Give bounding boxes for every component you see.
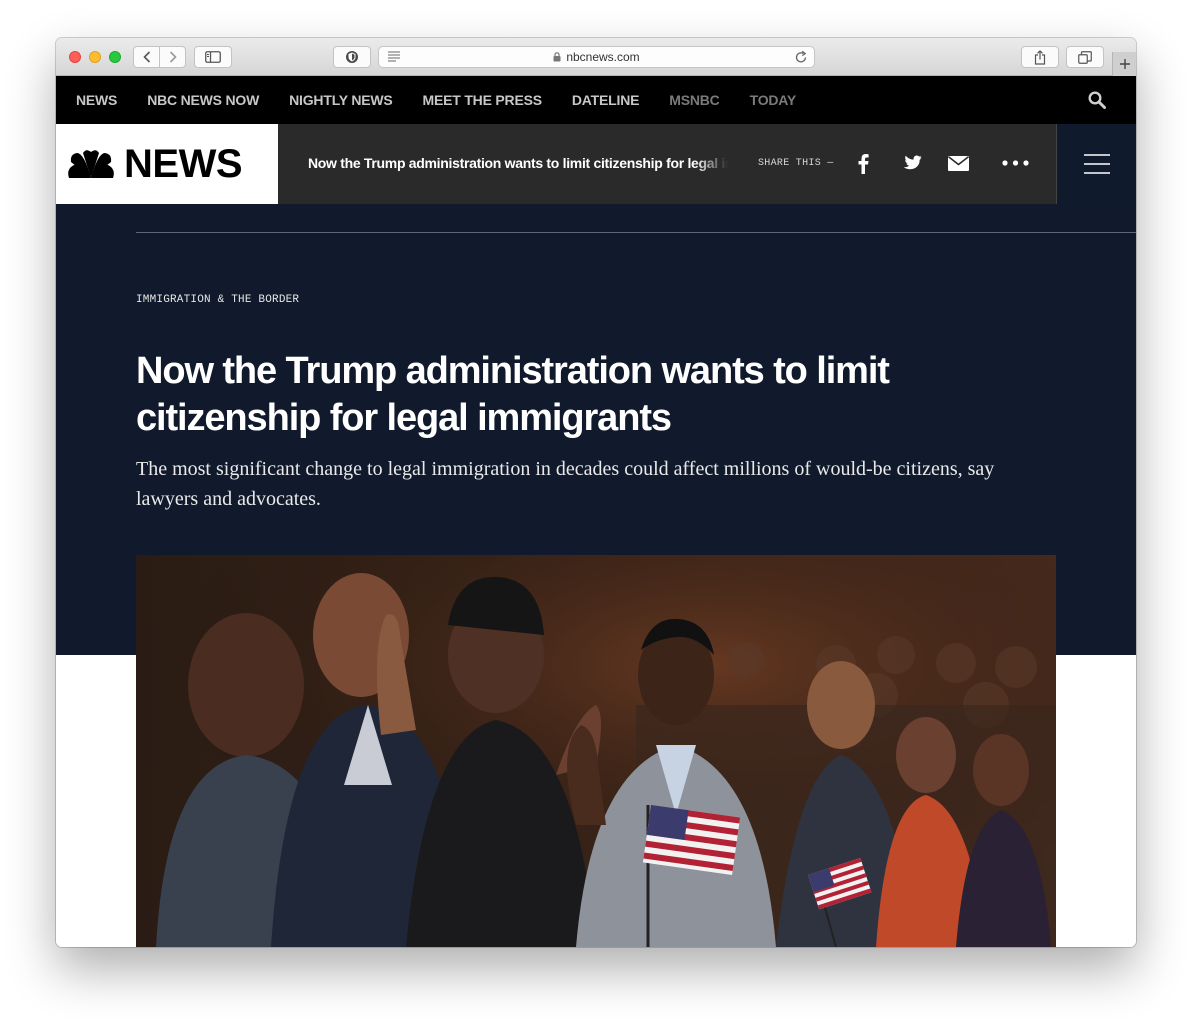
minimize-window-button[interactable] — [89, 51, 101, 63]
new-tab-icon — [1119, 59, 1130, 69]
divider — [136, 232, 1136, 233]
nav-msnbc[interactable]: MSNBC — [669, 92, 720, 108]
close-window-button[interactable] — [69, 51, 81, 63]
article-dek: The most significant change to legal imm… — [136, 458, 995, 510]
url-text: nbcnews.com — [566, 50, 640, 64]
menu-button[interactable] — [1056, 124, 1136, 204]
logo-wordmark: NEWS — [124, 141, 243, 186]
peacock-logo-icon — [68, 150, 114, 178]
tabs-icon — [1078, 50, 1092, 64]
privacy-report-button[interactable] — [333, 46, 371, 68]
reload-icon[interactable] — [794, 49, 808, 65]
page-viewport: NEWS NBC NEWS NOW NIGHTLY NEWS MEET THE … — [56, 76, 1136, 947]
nbc-news-logo[interactable]: NEWS — [56, 124, 278, 204]
nav-nbc-news-now[interactable]: NBC NEWS NOW — [147, 92, 259, 108]
tabs-overview-button[interactable] — [1066, 46, 1104, 68]
email-icon[interactable] — [948, 156, 969, 171]
lock-icon — [553, 52, 561, 62]
nav-news[interactable]: NEWS — [76, 92, 117, 108]
facebook-icon[interactable] — [857, 153, 869, 174]
forward-button[interactable] — [160, 47, 185, 67]
nav-meet-the-press[interactable]: MEET THE PRESS — [423, 92, 543, 108]
back-button[interactable] — [134, 47, 160, 67]
naturalization-ceremony-photo — [136, 555, 1056, 947]
forward-icon — [169, 51, 177, 63]
top-navigation: NEWS NBC NEWS NOW NIGHTLY NEWS MEET THE … — [56, 76, 1136, 124]
sticky-headline: Now the Trump administration wants to li… — [308, 155, 728, 171]
reader-icon[interactable] — [387, 50, 401, 62]
nav-nightly-news[interactable]: NIGHTLY NEWS — [289, 92, 393, 108]
address-bar[interactable]: nbcnews.com — [378, 46, 815, 68]
article-headline: Now the Trump administration wants to li… — [136, 350, 890, 439]
zoom-window-button[interactable] — [109, 51, 121, 63]
sidebar-button[interactable] — [194, 46, 232, 68]
share-button[interactable] — [1021, 46, 1059, 68]
hero-photo[interactable] — [136, 555, 1056, 947]
browser-window: nbcnews.com NEWS NBC NEWS NOW NIGHTLY NE… — [56, 38, 1136, 947]
history-nav — [133, 46, 186, 68]
privacy-icon — [346, 51, 358, 63]
share-icon — [1034, 49, 1046, 65]
new-tab-button[interactable] — [1112, 52, 1136, 76]
nav-today[interactable]: TODAY — [750, 92, 797, 108]
nav-dateline[interactable]: DATELINE — [572, 92, 640, 108]
back-icon — [142, 51, 150, 63]
sticky-article-bar: NEWS Now the Trump administration wants … — [56, 124, 1136, 204]
share-label: SHARE THIS — — [758, 158, 834, 169]
more-icon[interactable] — [1002, 160, 1029, 166]
hamburger-icon — [1083, 154, 1110, 174]
browser-toolbar: nbcnews.com — [56, 38, 1136, 76]
search-icon[interactable] — [1088, 91, 1106, 109]
sidebar-icon — [205, 51, 221, 63]
twitter-icon[interactable] — [900, 155, 922, 173]
article-section-label[interactable]: IMMIGRATION & THE BORDER — [136, 294, 299, 306]
